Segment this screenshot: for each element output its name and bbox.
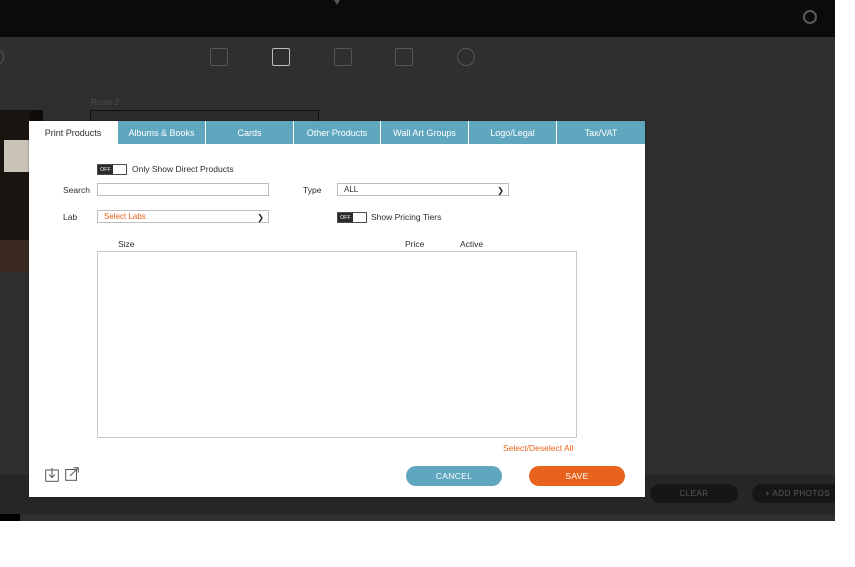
- type-label: Type: [303, 185, 322, 195]
- lab-select[interactable]: Select Labs ❯: [97, 210, 269, 223]
- type-select[interactable]: ALL ❯: [337, 183, 509, 196]
- photo-lamp: [4, 140, 30, 172]
- tab-logo-legal[interactable]: Logo/Legal: [468, 121, 556, 144]
- add-photos-button[interactable]: + ADD PHOTOS: [752, 484, 835, 503]
- pricing-tiers-toggle[interactable]: OFF: [337, 212, 367, 223]
- tab-tax-vat[interactable]: Tax/VAT: [556, 121, 645, 144]
- pricing-tiers-label: Show Pricing Tiers: [371, 212, 442, 222]
- clear-button[interactable]: CLEAR: [650, 484, 738, 503]
- column-header-price: Price: [405, 239, 425, 249]
- tab-other-products[interactable]: Other Products: [293, 121, 380, 144]
- lab-label: Lab: [63, 212, 78, 222]
- corner-block: [0, 514, 20, 521]
- products-dialog: Print Products Albums & Books Cards Othe…: [29, 121, 645, 497]
- product-list[interactable]: [97, 251, 577, 438]
- search-label: Search: [63, 185, 90, 195]
- room-label: Room 2: [91, 98, 120, 107]
- save-button[interactable]: SAVE: [529, 466, 625, 486]
- back-icon[interactable]: [0, 50, 4, 64]
- frame-icon[interactable]: [395, 48, 413, 66]
- column-header-size: Size: [118, 239, 135, 249]
- column-header-active: Active: [460, 239, 484, 249]
- calendar-icon[interactable]: [210, 48, 228, 66]
- copy-icon[interactable]: [334, 48, 352, 66]
- gear-icon[interactable]: [803, 10, 817, 24]
- tab-print-products[interactable]: Print Products: [29, 121, 117, 144]
- select-deselect-all-link[interactable]: Select/Deselect All: [503, 443, 573, 453]
- dropdown-caret-icon: [334, 0, 340, 5]
- settings-icon[interactable]: [457, 48, 475, 66]
- top-bar: [0, 0, 835, 37]
- toggle-state: OFF: [338, 213, 353, 222]
- lab-value: Select Labs: [104, 212, 146, 221]
- tab-albums-books[interactable]: Albums & Books: [117, 121, 205, 144]
- room-view-icon[interactable]: [272, 48, 290, 66]
- direct-products-toggle[interactable]: OFF: [97, 164, 127, 175]
- tab-cards[interactable]: Cards: [205, 121, 293, 144]
- search-input[interactable]: [97, 183, 269, 196]
- product-tabs: Print Products Albums & Books Cards Othe…: [29, 121, 645, 144]
- type-value: ALL: [344, 185, 359, 194]
- download-icon[interactable]: [45, 468, 59, 482]
- export-icon[interactable]: [65, 467, 79, 481]
- chevron-right-icon: ❯: [257, 213, 264, 222]
- direct-products-label: Only Show Direct Products: [132, 164, 234, 174]
- tab-wall-art-groups[interactable]: Wall Art Groups: [380, 121, 468, 144]
- toggle-state: OFF: [98, 165, 113, 174]
- cancel-button[interactable]: CANCEL: [406, 466, 502, 486]
- chevron-right-icon: ❯: [497, 186, 504, 195]
